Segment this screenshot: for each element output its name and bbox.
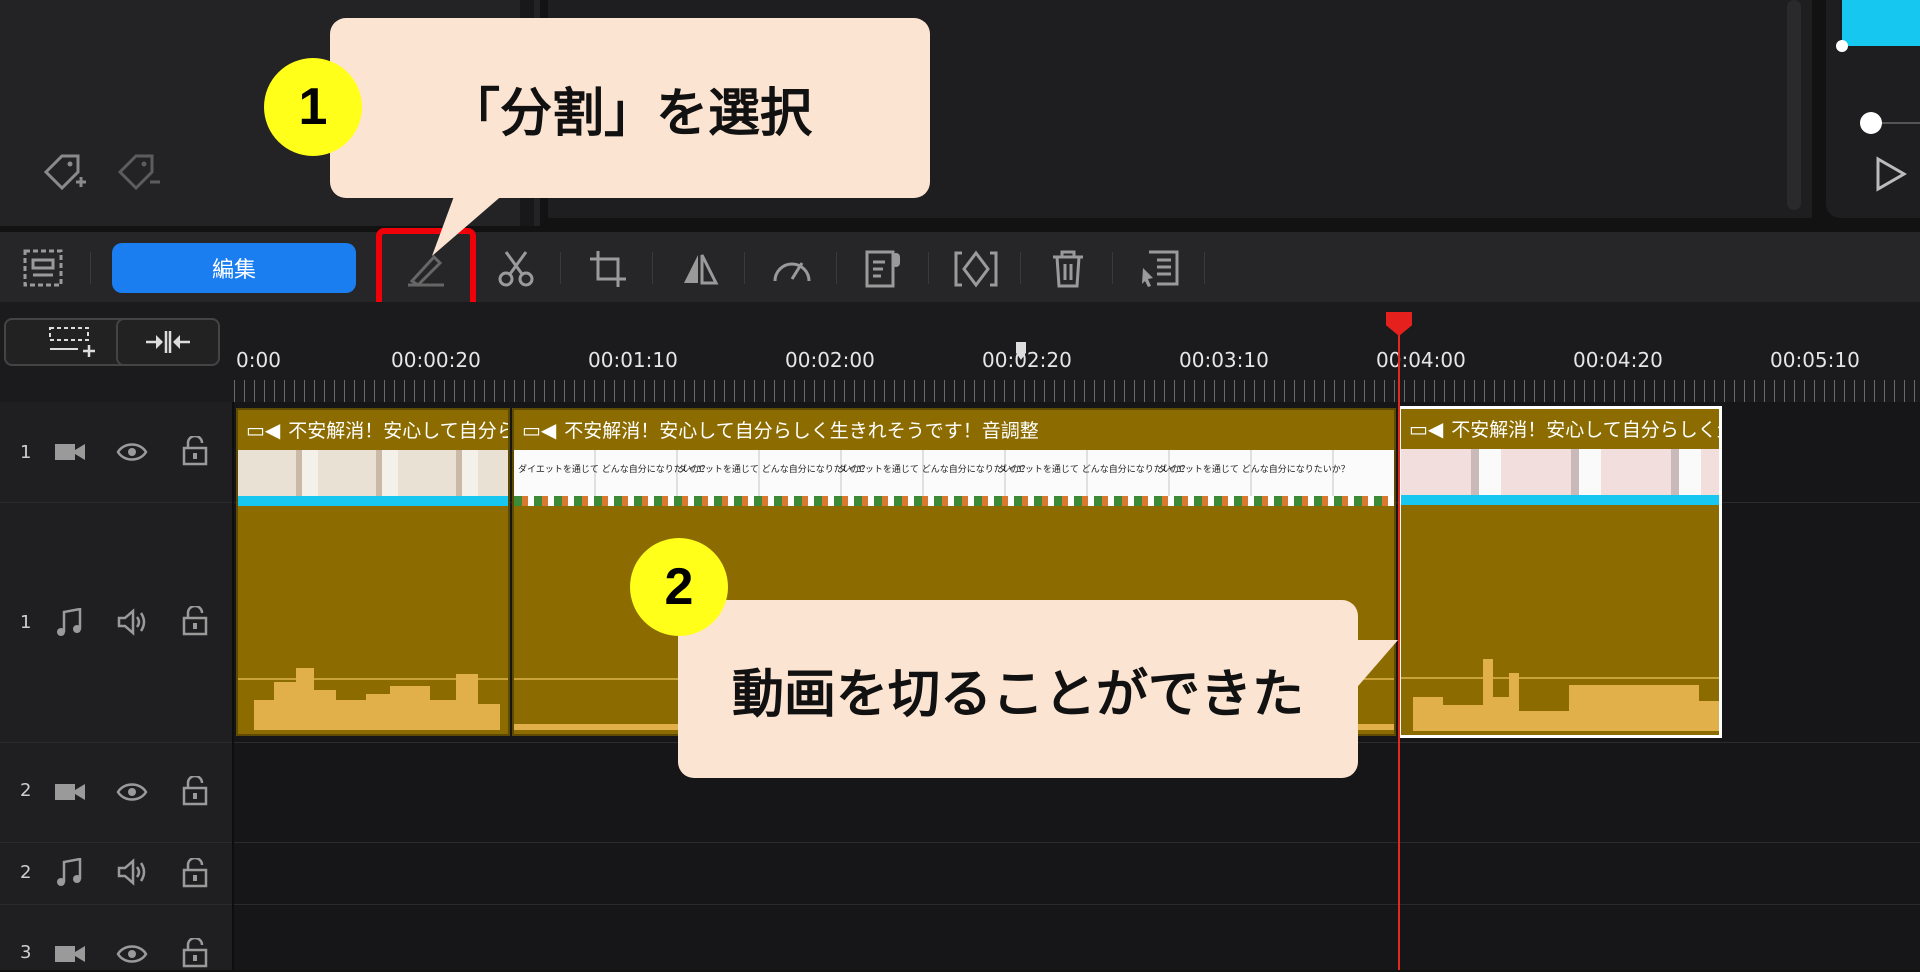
- speaker-icon[interactable]: [116, 608, 148, 640]
- speed-icon[interactable]: [770, 248, 814, 290]
- music-note-icon: [56, 857, 82, 892]
- lock-icon[interactable]: [182, 434, 208, 470]
- lock-icon[interactable]: [182, 856, 208, 892]
- ruler-label: 0:00: [236, 348, 281, 372]
- detail-icon[interactable]: [1138, 248, 1182, 290]
- clip-title: 不安解消！安心して自分らしく生きれそうです！音調整: [564, 420, 1039, 442]
- track-number: 2: [20, 862, 32, 883]
- track-number: 2: [20, 780, 32, 801]
- ruler-label: 00:04:20: [1573, 348, 1663, 372]
- ruler-label: 00:05:10: [1770, 348, 1860, 372]
- clip-title: 不安解消！安心して自分らしく生: [1451, 419, 1722, 441]
- voiceover-icon[interactable]: [862, 248, 906, 290]
- add-track-icon: [49, 327, 95, 357]
- track-number: 1: [20, 442, 32, 463]
- camera-icon: ▭◀: [522, 418, 557, 442]
- storyboard-icon[interactable]: [22, 248, 64, 292]
- track-number: 3: [20, 942, 32, 963]
- eye-icon[interactable]: [116, 440, 148, 468]
- add-tag-icon[interactable]: [42, 152, 88, 200]
- video-track-icon: [54, 780, 86, 808]
- callout-split-done: 動画を切ることができた: [678, 600, 1358, 778]
- clip-thumbnails: [238, 450, 508, 506]
- ruler-label: 00:00:20: [391, 348, 481, 372]
- step-badge-1: 1: [264, 58, 362, 156]
- trash-icon[interactable]: [1046, 248, 1090, 290]
- video-track-icon: [54, 440, 86, 468]
- split-video-clip[interactable]: ▭◀ 不安解消！安心して自分らしく生: [1398, 406, 1722, 738]
- clip-thumbnails: ダイエットを通じて どんな自分になりたいか？ ダイエットを通じて どんな自分にな…: [514, 450, 1394, 506]
- remove-tag-icon[interactable]: [116, 152, 162, 200]
- clip-thumbnails: [1401, 449, 1719, 505]
- ruler-label: 00:02:00: [785, 348, 875, 372]
- track-number: 1: [20, 612, 32, 633]
- lock-icon[interactable]: [182, 774, 208, 810]
- ruler-ticks: [234, 380, 1920, 402]
- music-note-icon: [56, 607, 82, 642]
- preview-thumbnail: [1842, 0, 1920, 46]
- ruler-label: 00:01:10: [588, 348, 678, 372]
- keyframe-icon[interactable]: [954, 248, 998, 290]
- ruler-label: 00:04:00: [1376, 348, 1466, 372]
- volume-slider-track[interactable]: [1880, 122, 1920, 124]
- speaker-icon[interactable]: [116, 858, 148, 890]
- video-track-icon: [54, 942, 86, 970]
- play-icon[interactable]: [1874, 156, 1908, 196]
- camera-icon: ▭◀: [246, 418, 281, 442]
- ruler-label: 00:02:20: [982, 348, 1072, 372]
- lock-icon[interactable]: [182, 604, 208, 640]
- snap-icon: [146, 331, 190, 353]
- preview-scrollbar[interactable]: [1787, 0, 1801, 210]
- eye-icon[interactable]: [116, 942, 148, 970]
- ruler-label: 00:03:10: [1179, 348, 1269, 372]
- callout-select-split: 「分割」を選択: [330, 18, 930, 198]
- eye-icon[interactable]: [116, 780, 148, 808]
- slider-handle[interactable]: [1836, 40, 1848, 52]
- crop-icon[interactable]: [586, 248, 630, 290]
- snap-button[interactable]: [116, 318, 220, 366]
- volume-slider-handle[interactable]: [1860, 112, 1882, 134]
- step-badge-2: 2: [630, 538, 728, 636]
- clip-title: 不安解消！安心して自分ら: [288, 420, 510, 442]
- camera-icon: ▭◀: [1409, 417, 1444, 441]
- video-clip[interactable]: ▭◀ 不安解消！安心して自分ら: [236, 408, 510, 736]
- lock-icon[interactable]: [182, 936, 208, 972]
- thumbnail-text: ダイエットを通じて どんな自分になりたいか？: [1158, 465, 1350, 475]
- edit-button[interactable]: 編集: [112, 243, 356, 293]
- flip-icon[interactable]: [678, 248, 722, 290]
